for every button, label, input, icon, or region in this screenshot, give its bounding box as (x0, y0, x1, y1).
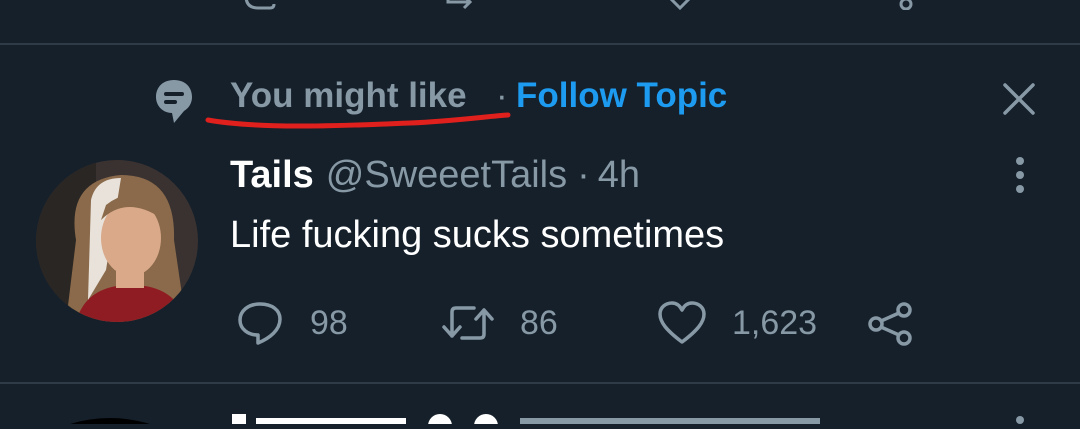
tweet-text: Life fucking sucks sometimes (230, 214, 725, 256)
topic-recommendation: You might like · Follow Topic (0, 72, 1080, 128)
heart-icon[interactable] (660, 0, 700, 10)
tweet-timestamp[interactable]: 4h (598, 154, 640, 196)
retweet-icon (442, 306, 494, 340)
more-vertical-icon[interactable] (1010, 156, 1030, 196)
display-name[interactable]: Tails (230, 154, 314, 196)
divider (0, 43, 1080, 45)
next-tweet-preview (0, 400, 1080, 429)
reply-button[interactable]: 98 (236, 300, 366, 346)
share-button[interactable] (866, 300, 916, 346)
follow-topic-link[interactable]: Follow Topic (516, 76, 727, 116)
share-icon[interactable] (890, 0, 930, 10)
reply-icon (238, 302, 282, 345)
retweet-icon[interactable] (440, 0, 480, 10)
close-icon[interactable] (1002, 82, 1036, 116)
separator-dot: · (577, 154, 590, 196)
reply-count: 98 (310, 304, 348, 342)
like-button[interactable]: 1,623 (656, 300, 836, 346)
avatar[interactable] (36, 160, 198, 322)
heart-icon (658, 301, 706, 344)
retweet-button[interactable]: 86 (440, 300, 580, 346)
like-count: 1,623 (732, 304, 818, 342)
previous-tweet-actions (0, 0, 1080, 10)
divider (0, 382, 1080, 384)
avatar-image (36, 160, 198, 322)
tweet-header: Tails @SweeetTails · 4h (230, 154, 640, 197)
red-underline-annotation (205, 112, 511, 129)
next-tweet-partial (70, 414, 1024, 429)
reply-icon[interactable] (240, 0, 280, 10)
user-handle[interactable]: @SweeetTails (326, 154, 567, 196)
retweet-count: 86 (520, 304, 558, 342)
topic-bubble-icon (156, 80, 192, 123)
share-icon (868, 302, 912, 346)
